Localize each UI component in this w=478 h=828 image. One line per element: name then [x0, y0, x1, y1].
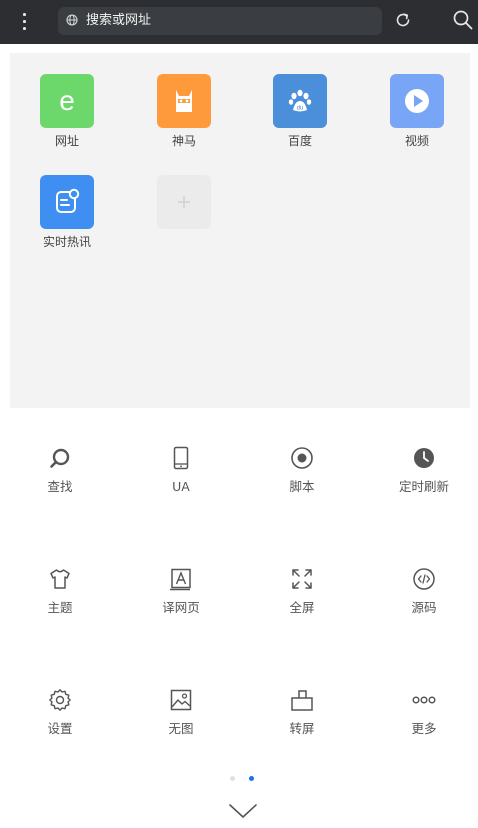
svg-text:e: e: [59, 85, 75, 116]
shirt-icon: [50, 569, 70, 589]
svg-text:du: du: [297, 106, 304, 112]
tool-no-image[interactable]: 无图: [141, 688, 221, 737]
rotate-screen-icon: [291, 690, 313, 711]
page-dot[interactable]: [230, 776, 235, 781]
search-icon[interactable]: [452, 9, 474, 31]
address-placeholder: 搜索或网址: [86, 13, 152, 28]
tool-label: 设置: [47, 721, 73, 736]
tool-more[interactable]: 更多: [384, 688, 464, 737]
more-icon: [412, 696, 436, 704]
source-code-icon: [413, 568, 435, 590]
tool-theme[interactable]: 主题: [20, 567, 100, 616]
script-icon: [291, 447, 313, 469]
tool-label: 查找: [47, 479, 73, 494]
tool-fullscreen[interactable]: 全屏: [262, 567, 342, 616]
tool-timed-refresh[interactable]: 定时刷新: [384, 446, 464, 495]
tool-label: 源码: [411, 600, 437, 615]
speed-dial-tile-shenma[interactable]: 神马: [138, 74, 230, 149]
tile-label: 神马: [171, 134, 196, 148]
tool-find[interactable]: 查找: [20, 446, 100, 495]
no-image-icon: [170, 689, 192, 711]
news-icon: [40, 175, 94, 229]
page-dot-active[interactable]: [249, 776, 254, 781]
tool-label: 主题: [47, 600, 73, 615]
top-bar: 搜索或网址: [0, 0, 478, 44]
speed-dial-tile-baidu[interactable]: du 百度: [254, 74, 346, 149]
tool-label: 更多: [411, 721, 437, 736]
tool-label: 全屏: [289, 600, 315, 615]
tool-translate[interactable]: 译网页: [141, 567, 221, 616]
vertical-dots-icon[interactable]: [16, 10, 32, 34]
tool-script[interactable]: 脚本: [262, 446, 342, 495]
tool-label: 译网页: [162, 600, 200, 615]
speed-dial-tile-video[interactable]: 视频: [371, 74, 463, 149]
speed-dial-add[interactable]: [138, 175, 230, 229]
tool-label: 定时刷新: [398, 479, 449, 494]
settings-icon: [49, 689, 71, 711]
tool-source-code[interactable]: 源码: [384, 567, 464, 616]
tool-ua[interactable]: UA: [141, 446, 221, 495]
speed-dial-tile-wangzhi[interactable]: e 网址: [21, 74, 113, 149]
add-icon: [157, 175, 211, 229]
tool-label: UA: [172, 479, 190, 494]
tool-rotate-screen[interactable]: 转屏: [262, 688, 342, 737]
tool-label: 转屏: [289, 721, 315, 736]
clock-icon: [414, 448, 434, 468]
play-icon: [390, 74, 444, 128]
fullscreen-icon: [292, 569, 312, 589]
reload-icon[interactable]: [394, 11, 412, 29]
speed-dial-panel: e 网址 神马 du 百度 视频 实时热讯: [10, 53, 470, 408]
globe-icon: [66, 14, 78, 26]
tile-label: 视频: [404, 134, 429, 148]
letter-e-icon: e: [40, 74, 94, 128]
tile-label: 网址: [54, 134, 79, 148]
tool-settings[interactable]: 设置: [20, 688, 100, 737]
baidu-paw-icon: du: [273, 74, 327, 128]
tile-label: 百度: [287, 134, 312, 148]
translate-icon: [170, 568, 191, 591]
address-bar[interactable]: 搜索或网址: [58, 7, 382, 35]
chevron-down-icon[interactable]: [229, 800, 257, 820]
phone-icon: [173, 446, 189, 470]
alpaca-icon: [157, 74, 211, 128]
page-indicator: [0, 776, 478, 782]
tool-label: 脚本: [289, 479, 315, 494]
speed-dial-tile-news[interactable]: 实时热讯: [21, 175, 113, 250]
tile-label: 实时热讯: [42, 235, 91, 249]
find-icon: [50, 448, 70, 468]
tool-label: 无图: [168, 721, 194, 736]
